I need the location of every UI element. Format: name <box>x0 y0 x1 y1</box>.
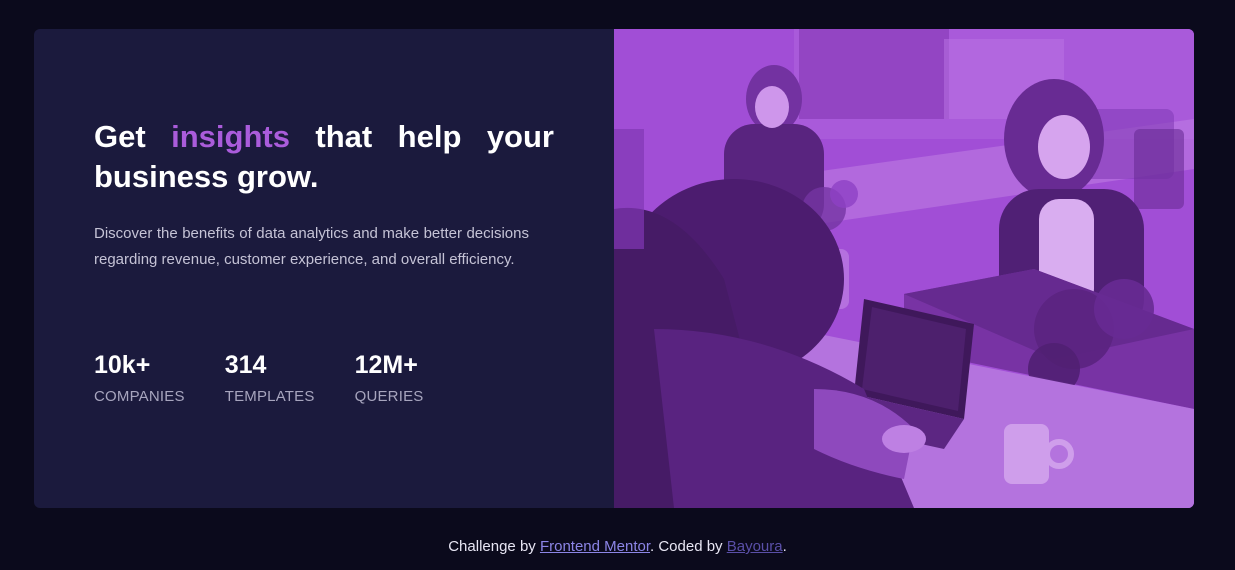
office-photo-illustration <box>614 29 1194 508</box>
footer-prefix: Challenge by <box>448 538 540 555</box>
stat-label: Companies <box>94 388 185 405</box>
headline: Get insights that help your business gro… <box>94 117 554 197</box>
footer-middle: . Coded by <box>650 538 727 555</box>
stat-label: Queries <box>354 388 424 405</box>
stats-row: 10k+ Companies 314 Templates 12M+ Querie… <box>94 350 464 405</box>
stat-value: 314 <box>224 351 267 379</box>
frontend-mentor-link[interactable]: Frontend Mentor <box>540 538 650 555</box>
card-content: Get insights that help your business gro… <box>94 117 554 272</box>
author-link[interactable]: Bayoura <box>727 538 783 555</box>
office-photo <box>614 29 1194 508</box>
footer-suffix: . <box>782 538 787 555</box>
stat-label: Templates <box>224 388 315 405</box>
stat-queries: 12M+ Queries <box>355 350 424 405</box>
stat-value: 12M+ <box>354 351 418 379</box>
headline-accent: insights <box>171 119 290 154</box>
stat-value: 10k+ <box>94 351 151 379</box>
headline-pre: Get <box>94 119 172 154</box>
stat-companies: 10k+ Companies <box>94 350 185 405</box>
attribution-footer: Challenge by Frontend Mentor. Coded by B… <box>0 538 1235 555</box>
stats-card: Get insights that help your business gro… <box>34 29 1194 508</box>
description: Discover the benefits of data analytics … <box>94 225 529 268</box>
stat-templates: 314 Templates <box>225 350 315 405</box>
